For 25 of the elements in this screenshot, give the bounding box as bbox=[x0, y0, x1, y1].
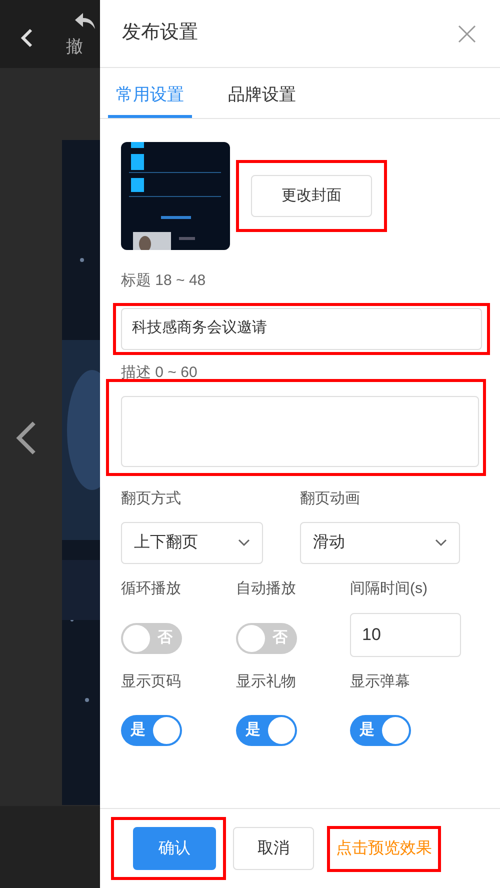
chevron-down-icon bbox=[435, 539, 447, 547]
back-icon[interactable] bbox=[20, 28, 34, 48]
dialog-title: 发布设置 bbox=[122, 21, 198, 46]
close-icon[interactable] bbox=[458, 24, 476, 42]
tab[interactable]: 品牌设置 bbox=[220, 82, 304, 118]
setting-label: 自动播放 bbox=[236, 579, 297, 599]
setting-label: 翻页方式 bbox=[121, 488, 182, 508]
chevron-down-icon bbox=[238, 539, 250, 547]
dropdown[interactable]: 上下翻页 bbox=[121, 522, 263, 564]
setting-label: 显示弹幕 bbox=[350, 672, 411, 692]
field-label: 描述 0 ~ 60 bbox=[121, 364, 198, 378]
setting-label: 循环播放 bbox=[121, 579, 182, 599]
field-label: 标题 18 ~ 48 bbox=[121, 271, 207, 291]
setting-label: 间隔时间(s) bbox=[350, 579, 428, 599]
dropdown[interactable]: 滑动 bbox=[300, 522, 460, 564]
title-input-field[interactable]: 科技感商务会议邀请 bbox=[121, 308, 482, 350]
setting-label: 显示页码 bbox=[121, 672, 182, 692]
interval-input-field[interactable]: 10 bbox=[350, 612, 461, 656]
setting-label: 显示礼物 bbox=[236, 672, 297, 692]
change-cover-button[interactable]: 更改封面 bbox=[251, 175, 372, 217]
cancel-button[interactable]: 取消 bbox=[233, 827, 314, 870]
previous-icon[interactable] bbox=[14, 420, 38, 456]
setting-label: 翻页动画 bbox=[300, 488, 361, 508]
undo-icon[interactable] bbox=[74, 12, 96, 30]
undo-label[interactable]: 撤 bbox=[66, 38, 83, 55]
